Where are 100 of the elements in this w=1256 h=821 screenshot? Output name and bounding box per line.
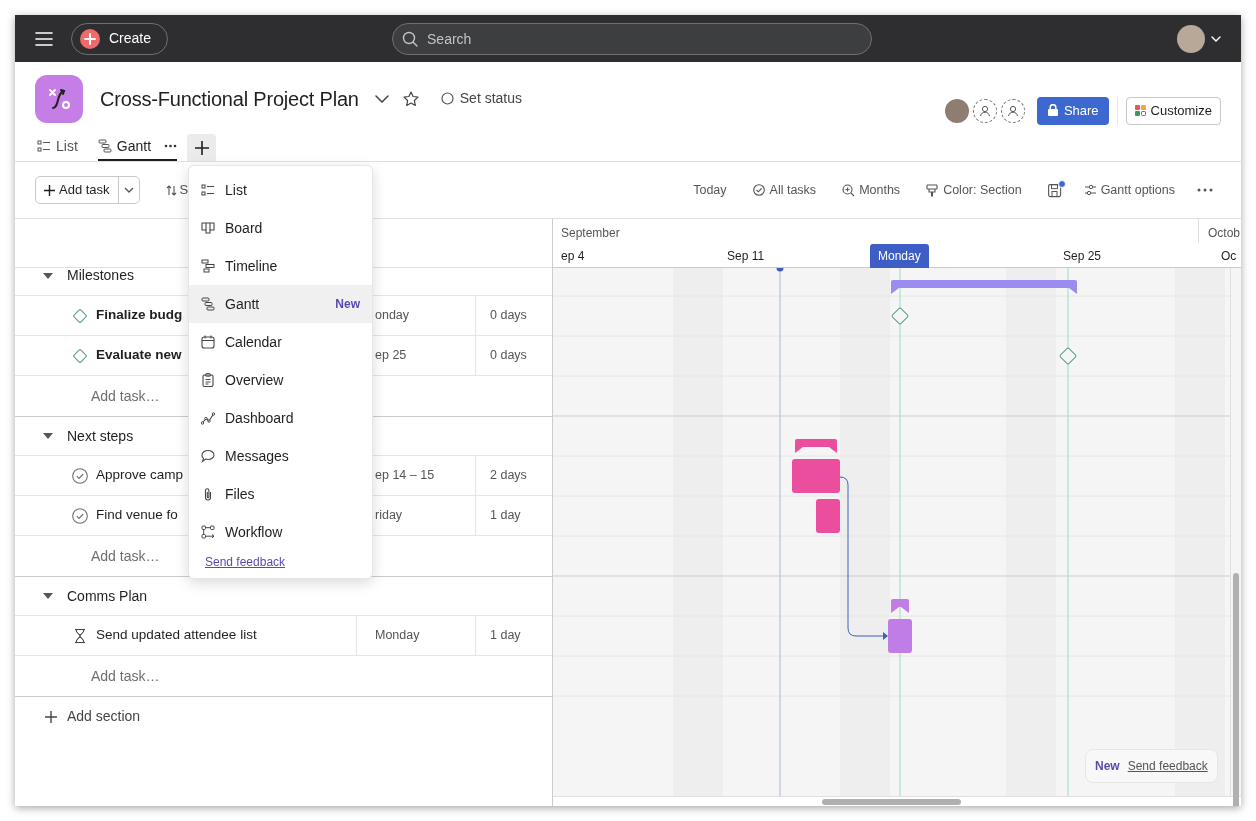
duration: 0 days — [490, 347, 527, 365]
diamond-icon[interactable] — [72, 347, 88, 364]
menu-item[interactable]: Calendar — [189, 323, 372, 361]
grid-icon — [1134, 105, 1146, 116]
day-label: ep 4 — [560, 248, 586, 265]
board-icon — [201, 220, 216, 236]
toolbar-button[interactable]: Gantt options — [1083, 180, 1175, 200]
task-name[interactable]: Finalize budg — [96, 305, 183, 326]
menu-item-label: Dashboard — [225, 408, 295, 428]
person-icon — [1006, 104, 1019, 117]
hourglass-icon[interactable] — [72, 627, 88, 644]
menu-item[interactable]: Gantt New — [189, 285, 372, 323]
due-date[interactable]: onday — [375, 306, 410, 325]
chevron-down-icon[interactable] — [374, 94, 389, 103]
menu-item-label: Board — [225, 218, 264, 238]
more-icon[interactable] — [164, 144, 178, 148]
month-label: Octob — [1208, 225, 1240, 242]
more-icon[interactable] — [1197, 188, 1213, 192]
calendar-icon — [201, 334, 216, 350]
plus-icon — [45, 710, 57, 723]
save-icon — [1047, 182, 1062, 198]
duration: 0 days — [490, 307, 527, 325]
timeline-icon — [201, 258, 216, 274]
send-feedback-link[interactable]: Send feedback — [205, 553, 286, 571]
project-title: Cross-Functional Project Plan — [100, 86, 359, 112]
caret-icon — [123, 187, 134, 193]
search-field[interactable]: Search — [392, 22, 873, 55]
day-label: Oc — [1220, 248, 1238, 265]
due-date[interactable]: Monday — [375, 626, 420, 645]
scrollbar[interactable] — [822, 799, 961, 805]
menu-item[interactable]: Timeline — [189, 247, 372, 285]
member-avatar[interactable] — [944, 98, 969, 123]
send-feedback-link[interactable]: Send feedback — [1127, 757, 1208, 775]
task-name[interactable]: Find venue fo — [96, 505, 178, 526]
add-task-link[interactable]: Add task… — [91, 665, 160, 687]
toolbar-button[interactable]: Today — [693, 180, 727, 200]
day-label: Monday — [870, 244, 929, 268]
menu-item[interactable]: List — [189, 171, 372, 209]
view-tab[interactable]: List — [37, 135, 78, 161]
paint-roller-icon — [926, 183, 940, 197]
check-circle-icon — [752, 183, 766, 197]
task-bar — [792, 459, 840, 493]
due-date[interactable]: ep 25 — [375, 346, 407, 365]
due-date[interactable]: ep 14 – 15 — [375, 466, 435, 485]
toolbar-button[interactable]: Color: Section — [926, 180, 1022, 200]
add-task-link[interactable]: Add task… — [91, 545, 160, 567]
menu-item[interactable]: Workflow — [189, 513, 372, 551]
toolbar-button[interactable]: Months — [842, 180, 901, 200]
menu-item-label: Workflow — [225, 522, 284, 542]
check-circle-icon[interactable] — [72, 467, 88, 484]
toolbar-button[interactable]: All tasks — [752, 180, 817, 200]
add-section-button[interactable]: Add section — [45, 706, 141, 727]
line-chart-icon — [201, 410, 216, 426]
collapse-triangle-icon[interactable] — [43, 272, 53, 279]
sort-button[interactable]: S — [165, 180, 189, 200]
duration: 1 day — [490, 507, 521, 525]
duration: 1 day — [490, 627, 521, 645]
plus-icon — [194, 140, 209, 155]
duration: 2 days — [490, 467, 527, 485]
sliders-icon — [1083, 183, 1097, 197]
menu-icon[interactable] — [35, 30, 53, 47]
new-label: New — [335, 296, 360, 313]
menu-item[interactable]: Files — [189, 475, 372, 513]
due-date[interactable]: riday — [375, 506, 403, 525]
menu-item[interactable]: Board — [189, 209, 372, 247]
circle-icon — [440, 92, 454, 105]
zoom-in-icon — [842, 183, 856, 197]
add-task-link[interactable]: Add task… — [91, 385, 160, 407]
collapse-triangle-icon[interactable] — [43, 593, 53, 599]
speech-bubble-icon — [201, 448, 216, 464]
caret-icon[interactable] — [1211, 35, 1221, 42]
clipboard-icon — [201, 372, 216, 388]
curve-arrow-icon — [47, 86, 71, 111]
add-view-button[interactable] — [187, 134, 217, 161]
list-icon — [37, 139, 51, 153]
view-tab[interactable]: Gantt — [97, 135, 178, 161]
plus-icon — [44, 184, 55, 196]
workflow-icon — [201, 524, 216, 540]
menu-item[interactable]: Dashboard — [189, 399, 372, 437]
plus-icon — [80, 28, 100, 49]
menu-item-label: Gantt — [225, 294, 261, 314]
task-name[interactable]: Send updated attendee list — [96, 625, 257, 646]
check-circle-icon[interactable] — [72, 507, 88, 524]
menu-item-label: List — [225, 180, 248, 200]
share-button[interactable]: Share — [1036, 96, 1109, 125]
menu-item[interactable]: Overview — [189, 361, 372, 399]
task-name[interactable]: Approve camp — [96, 465, 184, 486]
user-avatar[interactable] — [1177, 24, 1205, 53]
set-status-button[interactable]: Set status — [440, 88, 523, 109]
new-label: New — [1095, 758, 1120, 775]
section-title: Next steps — [67, 426, 134, 446]
menu-item[interactable]: Messages — [189, 437, 372, 475]
menu-item-label: Calendar — [225, 332, 283, 352]
menu-item-label: Overview — [225, 370, 285, 390]
task-name[interactable]: Evaluate new — [96, 345, 182, 366]
collapse-triangle-icon[interactable] — [43, 433, 53, 439]
day-label: Sep 11 — [726, 248, 766, 265]
customize-button[interactable]: Customize — [1125, 96, 1221, 125]
diamond-icon[interactable] — [72, 307, 88, 324]
star-icon[interactable] — [402, 90, 419, 107]
